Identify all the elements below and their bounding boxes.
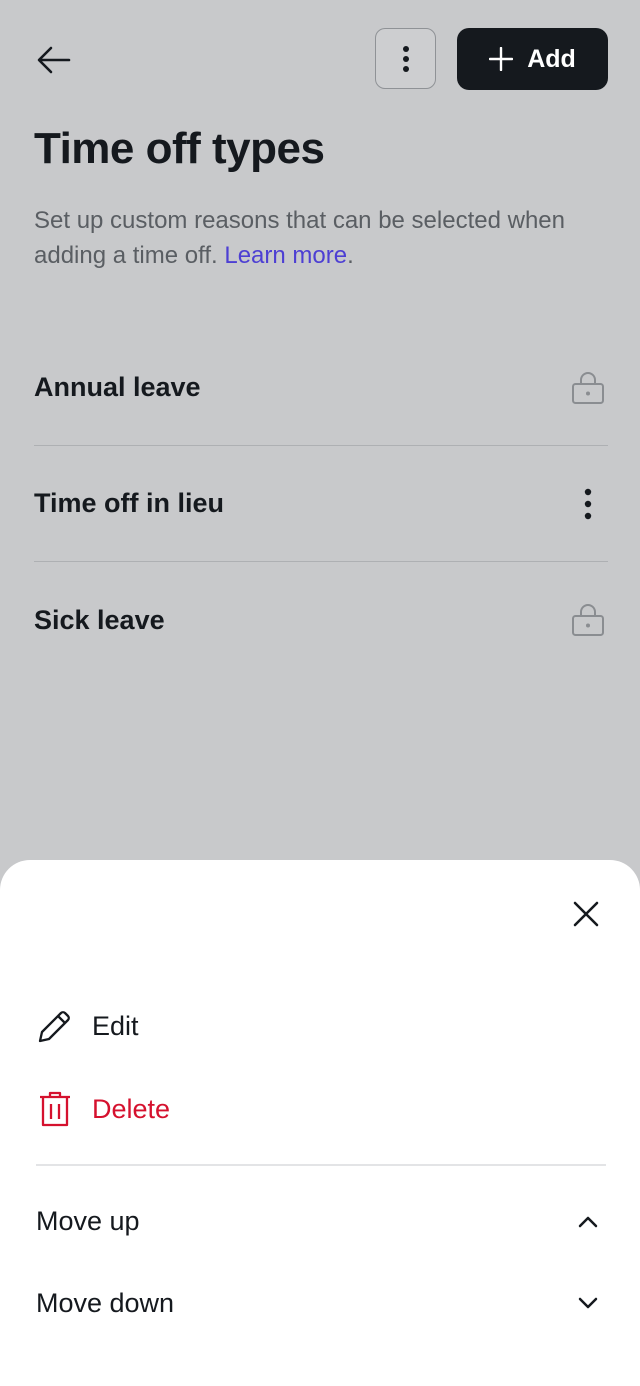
move-down-label: Move down	[36, 1287, 175, 1318]
chevron-up-icon	[578, 1216, 598, 1228]
time-off-types-page: Add Time off types Set up custom reasons…	[0, 0, 640, 1386]
type-name: Sick leave	[34, 604, 165, 635]
move-up-label: Move up	[36, 1205, 140, 1236]
page-description: Set up custom reasons that can be select…	[34, 203, 594, 273]
chevron-down-icon	[578, 1297, 598, 1309]
add-button-label: Add	[527, 44, 576, 73]
list-item[interactable]: Sick leave	[34, 562, 608, 678]
list-item[interactable]: Time off in lieu	[34, 446, 608, 562]
lock-icon	[568, 600, 608, 640]
back-button[interactable]	[32, 38, 76, 82]
type-name: Annual leave	[34, 372, 201, 402]
lock-icon	[568, 368, 608, 408]
close-icon	[573, 901, 599, 927]
close-button[interactable]	[562, 890, 610, 938]
more-options-button[interactable]	[375, 28, 436, 89]
learn-more-link[interactable]: Learn more	[224, 242, 347, 269]
arrow-left-icon	[37, 46, 71, 74]
move-down-menu-item[interactable]: Move down	[36, 1273, 606, 1333]
trash-icon	[40, 1091, 70, 1127]
type-name: Time off in lieu	[34, 488, 225, 518]
time-off-type-list: Annual leave Time off in lieu Sick leave	[34, 330, 608, 678]
more-vertical-icon[interactable]	[568, 484, 608, 524]
more-vertical-icon	[402, 45, 409, 72]
delete-menu-item[interactable]: Delete	[36, 1079, 170, 1139]
delete-label: Delete	[92, 1093, 171, 1124]
pencil-icon	[38, 1011, 70, 1043]
list-item[interactable]: Annual leave	[34, 330, 608, 446]
move-up-menu-item[interactable]: Move up	[36, 1191, 606, 1251]
plus-icon	[489, 47, 514, 71]
add-button[interactable]: Add	[457, 28, 608, 90]
edit-label: Edit	[92, 1010, 139, 1041]
sheet-divider	[36, 1164, 606, 1166]
edit-menu-item[interactable]: Edit	[36, 996, 139, 1056]
description-suffix: .	[347, 242, 354, 269]
page-title: Time off types	[34, 124, 325, 173]
